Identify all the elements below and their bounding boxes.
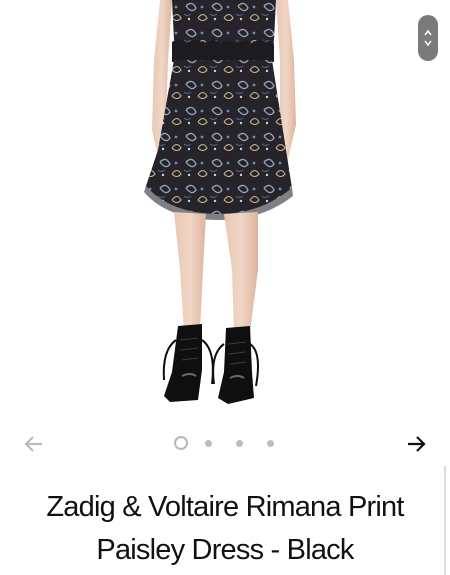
scroll-control[interactable] bbox=[418, 15, 438, 61]
chevron-down-icon[interactable] bbox=[423, 38, 433, 48]
gallery-navigation bbox=[0, 430, 450, 458]
divider bbox=[444, 466, 446, 575]
product-title-line2: Paisley Dress - Black bbox=[96, 534, 354, 566]
gallery-dot[interactable] bbox=[174, 436, 188, 450]
product-page: Zadig & Voltaire Rimana Print Paisley Dr… bbox=[0, 0, 450, 575]
gallery-dots bbox=[170, 436, 290, 452]
product-image[interactable] bbox=[0, 0, 450, 420]
arrow-left-icon[interactable] bbox=[22, 432, 46, 456]
arrow-right-icon[interactable] bbox=[404, 432, 428, 456]
chevron-up-icon[interactable] bbox=[423, 28, 433, 38]
gallery-dot[interactable] bbox=[205, 440, 212, 447]
gallery-dot[interactable] bbox=[267, 440, 274, 447]
product-title-line1: Zadig & Voltaire Rimana Print bbox=[46, 491, 404, 523]
product-title: Zadig & Voltaire Rimana Print Paisley Dr… bbox=[0, 486, 450, 572]
gallery-dot[interactable] bbox=[236, 440, 243, 447]
